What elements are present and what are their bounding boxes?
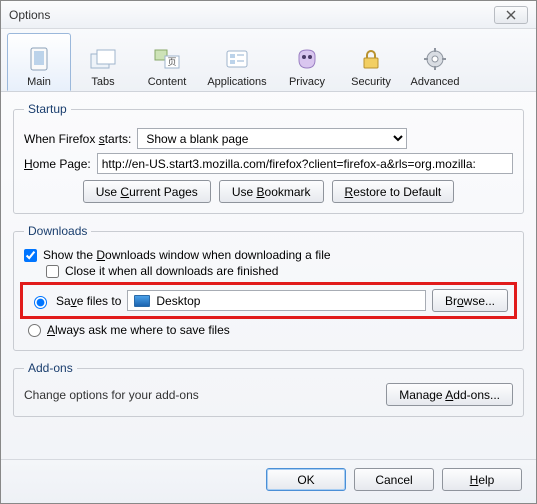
home-page-label: Home Page: (24, 157, 91, 171)
window-close-button[interactable] (494, 6, 528, 24)
home-page-input[interactable] (97, 153, 513, 174)
tab-main[interactable]: Main (7, 33, 71, 91)
tab-tabs-label: Tabs (91, 76, 114, 88)
tab-content[interactable]: 页 Content (135, 33, 199, 91)
window-title: Options (9, 8, 50, 22)
restore-default-button[interactable]: Restore to Default (332, 180, 455, 203)
close-icon (506, 10, 516, 20)
addons-group: Add-ons Change options for your add-ons … (13, 361, 524, 417)
main-panel: Startup When Firefox starts: Show a blan… (1, 92, 536, 459)
options-window: Options Main Tabs 页 Content (0, 0, 537, 504)
ok-button[interactable]: OK (266, 468, 346, 491)
use-bookmark-button[interactable]: Use Bookmark (219, 180, 324, 203)
save-files-to-label: Save files to (56, 294, 121, 308)
help-button[interactable]: Help (442, 468, 522, 491)
downloads-group: Downloads Show the Downloads window when… (13, 224, 524, 351)
privacy-icon (291, 44, 323, 74)
category-toolbar: Main Tabs 页 Content Applications Privacy (1, 29, 536, 92)
content-icon: 页 (151, 44, 183, 74)
tab-security[interactable]: Security (339, 33, 403, 91)
save-path-display: Desktop (127, 290, 426, 311)
browse-button[interactable]: Browse... (432, 289, 508, 312)
tab-content-label: Content (148, 76, 187, 88)
always-ask-radio[interactable] (28, 324, 41, 337)
tab-privacy-label: Privacy (289, 76, 325, 88)
manage-addons-button[interactable]: Manage Add-ons... (386, 383, 513, 406)
tab-main-label: Main (27, 76, 51, 88)
desktop-icon (134, 295, 150, 307)
tab-advanced[interactable]: Advanced (403, 33, 467, 91)
show-downloads-window-checkbox[interactable] (24, 249, 37, 262)
security-icon (355, 44, 387, 74)
close-when-finished-label: Close it when all downloads are finished (65, 264, 278, 278)
save-path-text: Desktop (156, 294, 200, 308)
startup-legend: Startup (24, 102, 71, 116)
show-downloads-window-label: Show the Downloads window when downloadi… (43, 248, 331, 262)
tab-applications-label: Applications (207, 76, 266, 88)
use-current-pages-button[interactable]: Use Current Pages (83, 180, 211, 203)
tab-privacy[interactable]: Privacy (275, 33, 339, 91)
main-icon (23, 44, 55, 74)
advanced-icon (419, 44, 451, 74)
tabs-icon (87, 44, 119, 74)
addons-legend: Add-ons (24, 361, 77, 375)
cancel-button[interactable]: Cancel (354, 468, 434, 491)
svg-text:页: 页 (167, 57, 176, 67)
always-ask-label: Always ask me where to save files (47, 323, 230, 337)
tab-tabs[interactable]: Tabs (71, 33, 135, 91)
dialog-footer: OK Cancel Help (1, 459, 536, 503)
addons-description: Change options for your add-ons (24, 388, 199, 402)
when-firefox-starts-select[interactable]: Show a blank page (137, 128, 407, 149)
save-files-to-radio[interactable] (34, 296, 47, 309)
when-firefox-starts-label: When Firefox starts: (24, 132, 131, 146)
applications-icon (221, 44, 253, 74)
save-files-to-highlight: Save files to Desktop Browse... (20, 282, 517, 319)
tab-applications[interactable]: Applications (199, 33, 275, 91)
startup-group: Startup When Firefox starts: Show a blan… (13, 102, 524, 214)
downloads-legend: Downloads (24, 224, 91, 238)
titlebar: Options (1, 1, 536, 29)
close-when-finished-checkbox[interactable] (46, 265, 59, 278)
tab-advanced-label: Advanced (411, 76, 460, 88)
tab-security-label: Security (351, 76, 391, 88)
